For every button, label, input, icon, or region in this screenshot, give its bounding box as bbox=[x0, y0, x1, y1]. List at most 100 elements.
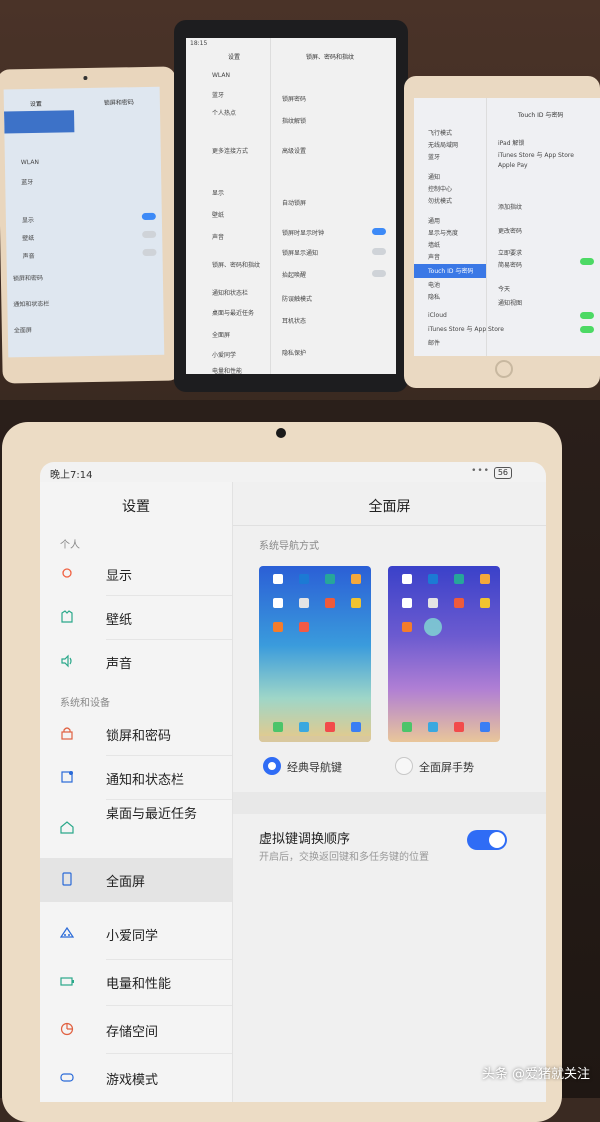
app-icon bbox=[351, 598, 361, 608]
sidebar-item-label: 显示 bbox=[106, 569, 133, 584]
sidebar-item-desktop[interactable]: 桌面与最近任务 bbox=[40, 800, 232, 854]
right-toggle-3 bbox=[580, 326, 594, 333]
app-icon bbox=[402, 622, 412, 632]
right-row-right-8: 通知视图 bbox=[498, 300, 523, 307]
sidebar-item-sound[interactable]: 声音 bbox=[40, 640, 232, 684]
left-toggle-2 bbox=[142, 230, 157, 239]
left-header-lock: 锁屏和密码 bbox=[103, 99, 134, 107]
battery-icon: 56 bbox=[493, 467, 512, 479]
sidebar-item-fullscreen[interactable]: 全面屏 bbox=[40, 858, 232, 902]
right-row-left-6: 通用 bbox=[428, 218, 441, 225]
classic-nav-radio[interactable] bbox=[263, 757, 281, 775]
gesture-nav-radio[interactable] bbox=[395, 757, 413, 775]
sidebar-item-xiaoai[interactable]: 小爱同学 bbox=[40, 912, 232, 956]
left-row-bt: 蓝牙 bbox=[21, 178, 34, 187]
app-icon bbox=[325, 574, 335, 584]
app-icon bbox=[325, 598, 335, 608]
app-icon bbox=[454, 598, 464, 608]
sidebar-item-wallpaper[interactable]: 壁纸 bbox=[40, 596, 232, 640]
sidebar-item-label: 电量和性能 bbox=[106, 977, 172, 992]
right-row-right-4: 更改密码 bbox=[498, 228, 523, 235]
middle-row-left-8: 通知和状态栏 bbox=[212, 290, 249, 297]
swap-keys-toggle[interactable] bbox=[467, 830, 507, 850]
right-row-left-11: 电池 bbox=[428, 282, 441, 289]
left-header-settings: 设置 bbox=[29, 100, 42, 109]
middle-row-right-7: 防误触模式 bbox=[282, 296, 313, 303]
gesture-nav-preview[interactable] bbox=[388, 566, 500, 742]
sidebar-item-storage[interactable]: 存储空间 bbox=[40, 1008, 232, 1052]
sidebar-item-label: 小爱同学 bbox=[106, 929, 159, 944]
right-row-left-12: 隐私 bbox=[428, 294, 441, 301]
sidebar-item-label: 通知和状态栏 bbox=[106, 773, 185, 788]
middle-split bbox=[270, 38, 271, 374]
middle-row-right-0: 锁屏密码 bbox=[282, 96, 307, 103]
sidebar-item-label: 壁纸 bbox=[106, 613, 133, 628]
phone-icon bbox=[62, 872, 72, 886]
fullscreen-detail-pane: 全面屏 系统导航方式 经典导航键 全面屏手势 虚拟键调换顺序 开启后，交换返回键… bbox=[233, 482, 546, 1102]
sidebar-item-notifications[interactable]: 通知和状态栏 bbox=[40, 756, 232, 800]
left-row-wlan: WLAN bbox=[20, 158, 39, 167]
right-header: Touch ID 与密码 bbox=[518, 112, 564, 119]
middle-row-right-5: 锁屏显示通知 bbox=[282, 250, 319, 257]
xiaoai-icon bbox=[60, 926, 74, 938]
app-icon bbox=[428, 598, 438, 608]
right-row-right-0: iPad 解锁 bbox=[498, 140, 525, 147]
watermark: 头条 @爱猪就关注 bbox=[481, 1067, 590, 1082]
right-split bbox=[486, 98, 487, 356]
middle-row-left-9: 桌面与最近任务 bbox=[212, 310, 255, 317]
swap-keys-subtitle: 开启后，交换返回键和多任务键的位置 bbox=[259, 852, 429, 863]
nav-mode-label: 系统导航方式 bbox=[259, 541, 319, 552]
classic-nav-label: 经典导航键 bbox=[287, 761, 342, 774]
app-icon bbox=[402, 598, 412, 608]
middle-row-right-6: 抬起唤醒 bbox=[282, 272, 307, 279]
middle-row-left-0: WLAN bbox=[212, 72, 231, 79]
dock-icon bbox=[351, 722, 361, 732]
left-row-sound: 声音 bbox=[22, 252, 35, 261]
storage-icon bbox=[60, 1022, 74, 1036]
sidebar-item-game[interactable]: 游戏模式 bbox=[40, 1056, 232, 1100]
classic-nav-preview[interactable] bbox=[259, 566, 371, 742]
settings-sidebar: 设置 个人 显示 壁纸 声音 系统和设备 锁屏和密码 通知和状态栏 桌面与最近任… bbox=[40, 482, 233, 1102]
divider bbox=[106, 1053, 232, 1054]
sidebar-item-label: 桌面与最近任务 bbox=[106, 807, 198, 822]
dock-icon bbox=[428, 722, 438, 732]
right-row-left-2: 蓝牙 bbox=[428, 154, 441, 161]
main-camera bbox=[276, 428, 286, 438]
left-row-display: 显示 bbox=[21, 216, 34, 225]
middle-time: 18:15 bbox=[190, 40, 208, 47]
app-icon bbox=[299, 622, 309, 632]
right-row-left-3: 通知 bbox=[428, 174, 441, 181]
right-row-right-6: 简易密码 bbox=[498, 262, 523, 269]
detail-title: 全面屏 bbox=[368, 499, 411, 515]
middle-row-left-1: 蓝牙 bbox=[212, 92, 225, 99]
dock-icon bbox=[299, 722, 309, 732]
sidebar-item-display[interactable]: 显示 bbox=[40, 552, 232, 596]
right-row-right-7: 今天 bbox=[498, 286, 511, 293]
dock-icon bbox=[325, 722, 335, 732]
swap-keys-title: 虚拟键调换顺序 bbox=[259, 832, 351, 847]
right-toggle-2 bbox=[580, 312, 594, 319]
sidebar-title: 设置 bbox=[122, 499, 150, 515]
sidebar-item-battery[interactable]: 电量和性能 bbox=[40, 960, 232, 1004]
middle-toggle-on bbox=[372, 228, 386, 235]
right-row-left-5: 勿扰模式 bbox=[428, 198, 453, 205]
middle-header-settings: 设置 bbox=[228, 54, 241, 61]
sidebar-item-label: 全面屏 bbox=[106, 875, 146, 890]
sun-icon bbox=[62, 568, 72, 578]
middle-header-lock: 锁屏、密码和指纹 bbox=[306, 54, 355, 61]
nav-keys-bar bbox=[259, 736, 371, 742]
battery-icon bbox=[60, 977, 74, 986]
detail-divider bbox=[233, 525, 546, 526]
right-row-left-7: 显示与亮度 bbox=[428, 230, 459, 237]
middle-tablet-screen: 18:15 设置 锁屏、密码和指纹 WLAN 蓝牙 个人热点 更多连接方式 显示… bbox=[186, 38, 396, 374]
right-row-right-1: iTunes Store 与 App Store bbox=[498, 152, 574, 159]
app-icon bbox=[351, 574, 361, 584]
middle-row-left-11: 小爱同学 bbox=[212, 352, 237, 359]
left-tablet: 设置 锁屏和密码 WLAN 蓝牙 显示 壁纸 声音 锁屏和密码 通知和状态栏 全… bbox=[0, 66, 181, 384]
right-tablet: Touch ID 与密码 飞行模式 无线局域网 蓝牙 通知 控制中心 勿扰模式 … bbox=[404, 76, 600, 388]
gamepad-icon bbox=[60, 1073, 74, 1082]
middle-row-left-7: 锁屏、密码和指纹 bbox=[212, 262, 261, 269]
left-row-wallpaper: 壁纸 bbox=[22, 234, 35, 243]
middle-row-right-8: 耳机状态 bbox=[282, 318, 307, 325]
sidebar-item-lockscreen[interactable]: 锁屏和密码 bbox=[40, 712, 232, 756]
